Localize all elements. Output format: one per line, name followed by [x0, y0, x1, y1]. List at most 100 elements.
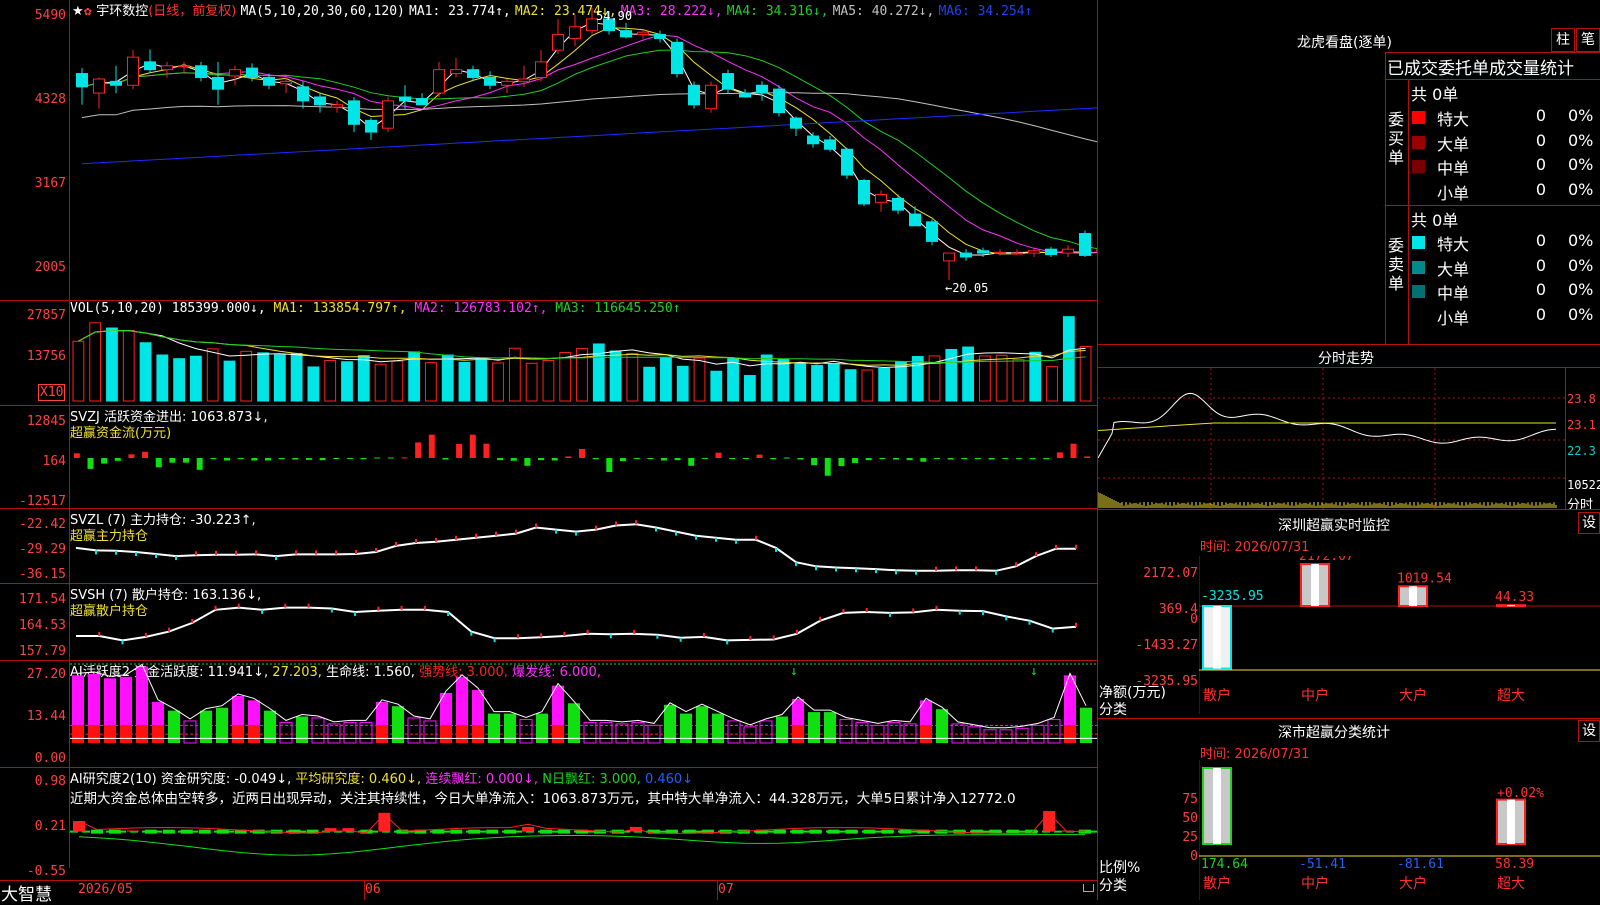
ss-settings-button[interactable]: 设	[1578, 720, 1600, 742]
candle-body	[688, 84, 700, 106]
order-swatch	[1412, 111, 1425, 124]
candle-body	[739, 92, 751, 98]
tick-mode-button[interactable]: 笔	[1576, 28, 1600, 52]
candle-body	[382, 100, 394, 129]
order-percent: 0%	[1568, 106, 1594, 125]
volume-bar	[1046, 366, 1058, 402]
volume-bar	[1079, 345, 1092, 402]
candle-body	[518, 78, 530, 82]
flow-bar	[770, 458, 777, 460]
sz-bar	[1202, 605, 1232, 670]
research-bar	[126, 830, 139, 832]
order-swatch	[1412, 309, 1425, 323]
sz-bar-shine	[1409, 586, 1417, 606]
flow-bar	[988, 458, 995, 460]
brand-label: 大智慧	[1, 885, 52, 905]
order-tabs[interactable]: 已成交委托单成交量统计	[1387, 54, 1574, 79]
candle-body	[1045, 248, 1057, 256]
order-type-label: 大单	[1437, 259, 1470, 279]
volume-bar	[626, 352, 639, 402]
flow-bar	[974, 458, 981, 459]
candle-body	[909, 213, 921, 227]
candle-body	[535, 61, 547, 78]
volume-bar	[592, 343, 605, 402]
research-bar	[827, 829, 840, 834]
research-bar	[881, 829, 894, 834]
activity-bar	[951, 723, 965, 744]
activity-bar	[983, 729, 997, 744]
volume-bar	[693, 357, 706, 402]
flow-bar	[565, 456, 572, 458]
svzl-axis-2: -29.29	[19, 542, 66, 557]
candlestick-chart[interactable]: 54.90 ←20.05	[70, 0, 1097, 300]
bar-mode-button[interactable]: 柱	[1551, 28, 1575, 52]
ss-category-chart[interactable]: 174.64 -51.41 -81.61 58.39 +0.02% 散户 中户 大户 超大	[1199, 760, 1600, 900]
flow-bar	[305, 458, 312, 460]
activity-line	[77, 663, 1087, 729]
capital-flow-chart[interactable]	[70, 406, 1097, 508]
sz-bar	[1300, 563, 1330, 607]
ai-activity-chart[interactable]: ↓ ↓	[70, 661, 1097, 767]
order-percent: 0%	[1568, 304, 1594, 324]
fs-avg-line	[1098, 422, 1556, 431]
candle-body	[93, 78, 105, 94]
svsh-axis-2: 164.53	[19, 618, 66, 633]
sz-time: 时间: 2026/07/31	[1200, 540, 1310, 555]
flow-bar	[401, 457, 408, 459]
volume-bar	[1012, 359, 1025, 402]
candle-body	[892, 197, 904, 211]
candle-body	[858, 179, 870, 205]
lock-icon[interactable]	[1083, 884, 1094, 892]
flow-bar	[360, 458, 367, 460]
sz-settings-button[interactable]: 设	[1578, 512, 1600, 534]
volume-bar	[240, 350, 253, 402]
date-jul: 07	[718, 882, 734, 897]
candle-body	[824, 139, 836, 150]
candle-body	[246, 67, 258, 78]
research-bar	[432, 829, 445, 834]
signal-arrow: ↓	[790, 664, 798, 679]
flow-bar	[73, 453, 80, 458]
retail-holding-chart[interactable]	[70, 584, 1097, 660]
ai-research-chart[interactable]	[70, 768, 1097, 880]
order-percent: 0%	[1568, 179, 1594, 199]
candle-body	[756, 84, 768, 94]
order-swatch	[1412, 135, 1425, 149]
activity-bar	[456, 676, 468, 726]
activity-bar	[120, 676, 132, 726]
flow-bar	[456, 443, 463, 458]
sz-bar-value: 44.33	[1495, 590, 1534, 605]
volume-chart[interactable]	[70, 301, 1097, 405]
candle-body	[569, 26, 581, 39]
buy-total: 共 0单	[1411, 85, 1459, 104]
flow-bar	[633, 458, 640, 459]
vol-axis-2: 13756	[26, 349, 66, 364]
volume-bar	[492, 362, 504, 402]
intraday-chart[interactable]	[1098, 368, 1565, 509]
order-count: 0	[1535, 179, 1546, 199]
svzj-axis-1: 12845	[26, 414, 66, 429]
activity-bar	[759, 720, 773, 744]
volume-bar	[173, 358, 186, 402]
candle-body	[484, 76, 496, 86]
flow-bar	[210, 458, 217, 459]
order-count: 0	[1535, 130, 1546, 150]
ss-category-label: 超大	[1497, 876, 1525, 892]
volume-bar	[508, 347, 521, 402]
main-holding-chart[interactable]	[70, 509, 1097, 583]
order-count: 0	[1535, 304, 1546, 324]
candle-body	[229, 69, 241, 77]
volume-bar	[811, 364, 823, 402]
volume-bar	[425, 362, 437, 402]
volume-bar	[106, 327, 118, 402]
ss-category-label: 大户	[1399, 875, 1427, 892]
sz-bar-value: 1019.54	[1397, 571, 1452, 586]
flow-bar	[783, 457, 790, 459]
candle-body	[841, 148, 853, 176]
flow-bar	[428, 434, 435, 458]
candle-body	[178, 65, 190, 68]
ss-bar-shine	[1213, 768, 1221, 844]
sz-monitor-chart[interactable]: -3235.95 2172.07 1019.54 44.33 散户 中户 大户 超大	[1199, 556, 1600, 714]
research-bar	[522, 826, 535, 832]
activity-bar	[776, 716, 788, 743]
